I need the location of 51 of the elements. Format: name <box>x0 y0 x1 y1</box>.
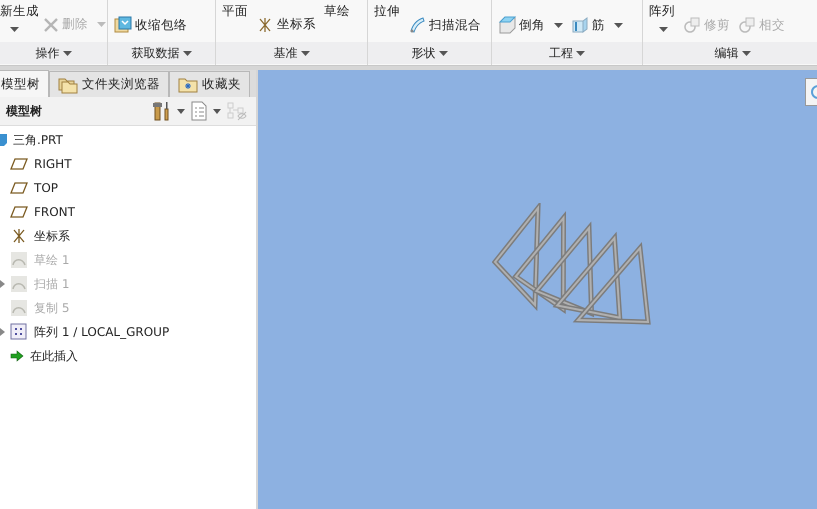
ribbon-button[interactable]: 收缩包络 <box>114 16 187 34</box>
ribbon-button[interactable]: 平面 <box>222 0 248 20</box>
group-menu-button[interactable]: 形状 <box>368 42 491 64</box>
ribbon-button[interactable]: 扫描混合 <box>408 16 481 34</box>
tab[interactable]: 收藏夹 <box>169 71 250 97</box>
tab[interactable]: 文件夹浏览器 <box>49 71 169 97</box>
tree-item[interactable]: FRONT <box>0 200 256 224</box>
ribbon-button[interactable]: 坐标系 <box>256 16 316 33</box>
tree-item[interactable]: 在此插入 <box>0 344 256 368</box>
caret-icon <box>438 50 448 56</box>
group-menu-button[interactable]: 操作 <box>0 42 107 64</box>
caret-icon <box>300 50 310 56</box>
ribbon-button[interactable]: 新生成 <box>0 0 39 32</box>
caret-icon <box>62 50 72 56</box>
caret-icon <box>614 22 623 28</box>
caret-icon <box>659 27 668 32</box>
group-menu-button[interactable]: 工程 <box>492 42 642 64</box>
ribbon-button[interactable]: 拉伸 <box>374 0 400 20</box>
pattern-icon <box>10 323 28 341</box>
caret-icon <box>182 50 192 56</box>
group-menu-button[interactable]: 获取数据 <box>108 42 215 64</box>
ribbon-button[interactable]: 倒角 <box>498 16 563 34</box>
tree-item[interactable]: 阵列 1 / LOCAL_GROUP <box>0 320 256 344</box>
list-settings-icon[interactable] <box>190 101 208 121</box>
caret-icon <box>742 50 750 56</box>
arrow-icon <box>10 350 24 362</box>
caret-icon[interactable] <box>213 108 221 114</box>
caret-icon <box>576 50 585 56</box>
caret-icon <box>554 22 563 28</box>
caret-icon <box>97 22 106 27</box>
folder-icon <box>178 76 198 92</box>
group-menu-button[interactable]: 编辑 <box>643 42 817 64</box>
datum-plane-icon <box>10 206 28 218</box>
expand-arrow-icon[interactable] <box>0 328 5 336</box>
tree-item[interactable]: 三角.PRT <box>0 128 256 152</box>
part-icon <box>0 133 8 147</box>
tree-item[interactable]: TOP <box>0 176 256 200</box>
caret-icon <box>10 27 19 32</box>
ribbon-button[interactable]: 阵列 <box>649 0 675 32</box>
panel-title: 模型树 <box>6 102 42 120</box>
folder-icon <box>58 76 78 94</box>
datum-plane-icon <box>10 158 28 170</box>
datum-plane-icon <box>10 182 28 194</box>
caret-icon[interactable] <box>177 108 185 114</box>
tab[interactable]: 模型树 <box>0 70 49 97</box>
ribbon-button[interactable]: 筋 <box>571 16 623 34</box>
delete-icon <box>43 16 59 32</box>
group-menu-button[interactable]: 基准 <box>216 42 367 64</box>
tree-item[interactable]: 坐标系 <box>0 224 256 248</box>
tree-item[interactable]: RIGHT <box>0 152 256 176</box>
ribbon-button[interactable]: 草绘 <box>324 0 350 20</box>
